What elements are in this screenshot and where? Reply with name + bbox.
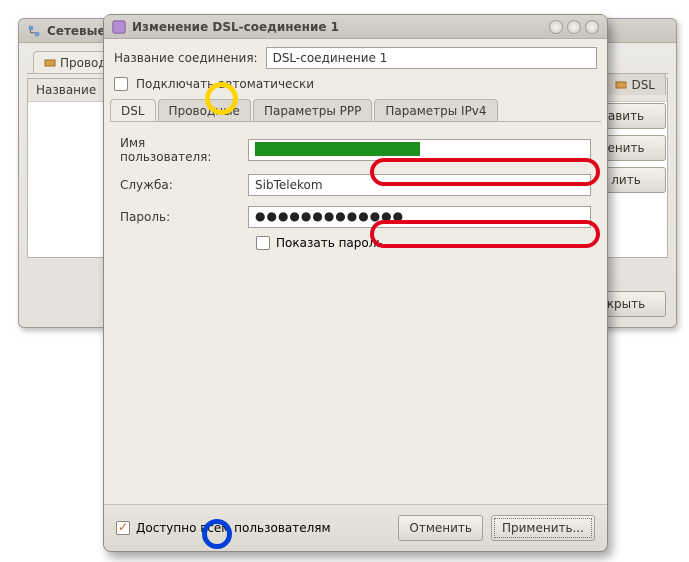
show-password-label: Показать пароль bbox=[276, 236, 383, 250]
tab-ppp[interactable]: Параметры PPP bbox=[253, 99, 372, 121]
close-icon[interactable] bbox=[585, 20, 599, 34]
minimize-icon[interactable] bbox=[549, 20, 563, 34]
modal-tabs: DSL Проводные Параметры PPP Параметры IP… bbox=[110, 99, 601, 122]
available-all-row: Доступно всем пользователям bbox=[116, 521, 331, 535]
username-label: Имя пользователя: bbox=[120, 136, 240, 164]
window-icon bbox=[112, 20, 126, 34]
password-row: Пароль: bbox=[120, 206, 591, 228]
modal-titlebar: Изменение DSL-соединение 1 bbox=[104, 15, 607, 39]
autoconnect-label: Подключать автоматически bbox=[136, 77, 314, 91]
tab-dsl[interactable]: DSL bbox=[110, 99, 156, 121]
maximize-icon[interactable] bbox=[567, 20, 581, 34]
username-row: Имя пользователя: bbox=[120, 136, 591, 164]
show-password-checkbox[interactable] bbox=[256, 236, 270, 250]
password-label: Пароль: bbox=[120, 210, 240, 224]
conn-name-input[interactable] bbox=[266, 47, 597, 69]
modal-title: Изменение DSL-соединение 1 bbox=[132, 20, 339, 34]
available-all-label: Доступно всем пользователям bbox=[136, 521, 331, 535]
modal-footer: Доступно всем пользователям Отменить При… bbox=[104, 504, 607, 551]
cancel-button[interactable]: Отменить bbox=[398, 515, 483, 541]
tab-wired-label: Провод bbox=[60, 56, 107, 70]
available-all-checkbox[interactable] bbox=[116, 521, 130, 535]
tab-ipv4[interactable]: Параметры IPv4 bbox=[374, 99, 497, 121]
password-masked bbox=[255, 209, 404, 223]
ethernet-icon bbox=[44, 57, 56, 69]
show-password-row: Показать пароль bbox=[256, 236, 591, 250]
service-input[interactable] bbox=[248, 174, 591, 196]
apply-button[interactable]: Применить... bbox=[491, 515, 595, 541]
autoconnect-row: Подключать автоматически bbox=[114, 77, 597, 91]
service-row: Служба: bbox=[120, 174, 591, 196]
tab-dsl-back-label: DSL bbox=[631, 78, 655, 92]
password-input[interactable] bbox=[248, 206, 591, 228]
dsl-icon bbox=[615, 79, 627, 91]
edit-dsl-dialog: Изменение DSL-соединение 1 Название соед… bbox=[103, 14, 608, 552]
network-icon bbox=[27, 24, 41, 38]
autoconnect-checkbox[interactable] bbox=[114, 77, 128, 91]
conn-name-label: Название соединения: bbox=[114, 51, 258, 65]
footer-buttons: Отменить Применить... bbox=[398, 515, 595, 541]
dsl-form: Имя пользователя: Служба: Пароль: Показа… bbox=[104, 122, 607, 254]
username-input[interactable] bbox=[248, 139, 591, 161]
username-redacted bbox=[255, 142, 420, 156]
service-label: Служба: bbox=[120, 178, 240, 192]
back-title: Сетевые bbox=[47, 24, 106, 38]
modal-window-buttons bbox=[549, 20, 599, 34]
tab-dsl-back[interactable]: DSL bbox=[604, 73, 666, 95]
tab-wired-modal[interactable]: Проводные bbox=[158, 99, 251, 121]
conn-name-row: Название соединения: bbox=[114, 47, 597, 69]
